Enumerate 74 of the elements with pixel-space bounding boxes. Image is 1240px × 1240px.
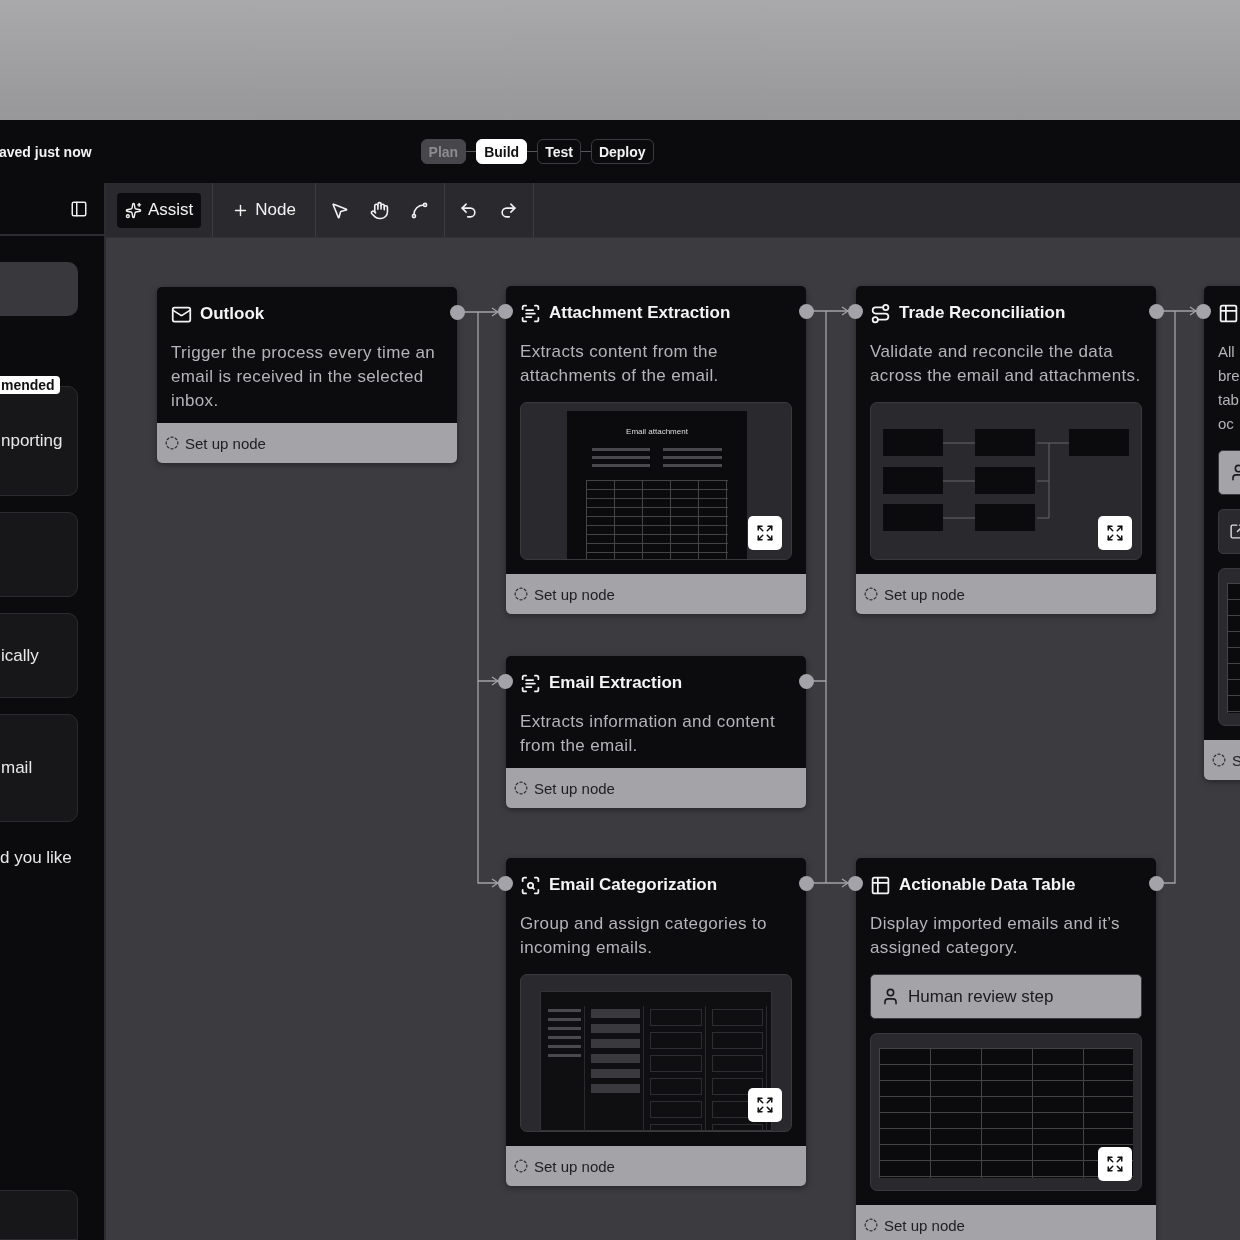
node-footer[interactable]: Set up node — [856, 1205, 1156, 1240]
suggestion-card[interactable]: mail — [0, 714, 78, 822]
setup-label: Set up node — [534, 585, 615, 603]
node-title: Attachment Extraction — [549, 303, 731, 323]
status-icon — [514, 587, 528, 601]
expand-button[interactable] — [1098, 1147, 1132, 1181]
expand-button[interactable] — [748, 516, 782, 550]
node-title: Email Extraction — [549, 673, 683, 693]
node-icon — [870, 302, 891, 324]
status-icon — [165, 436, 179, 450]
expand-button[interactable] — [1098, 516, 1132, 550]
node-footer[interactable]: Set up node — [506, 768, 806, 808]
card-text: ically — [1, 645, 39, 666]
node-footer[interactable]: Set up node — [856, 574, 1156, 614]
status-icon — [864, 587, 878, 601]
expand-icon — [756, 1096, 774, 1114]
node-description: bre — [1218, 366, 1240, 386]
stage-tab[interactable]: Build — [476, 139, 528, 164]
node-footer[interactable]: Set up node — [157, 423, 457, 463]
node-description: Display imported emails and it’s assigned category. — [870, 913, 1121, 959]
expand-icon — [1106, 524, 1124, 542]
node-description: Trigger the process every time an email is received in the selected inbox. — [171, 342, 437, 412]
node-footer[interactable]: Set up node — [506, 1146, 806, 1186]
status-icon — [514, 781, 528, 795]
setup-label: Set up node — [534, 779, 615, 797]
workflow-node[interactable]: Email Extraction Extracts information and content from the email. Set up node — [506, 656, 806, 808]
setup-label: Set up node — [884, 585, 965, 603]
human-review-button[interactable]: Human review step — [870, 974, 1142, 1019]
node-icon — [1218, 302, 1239, 324]
sparkles-icon — [125, 201, 142, 219]
node-icon — [520, 874, 541, 896]
node-icon — [520, 672, 541, 694]
assist-button[interactable]: Assist — [117, 192, 202, 228]
prompt-text: d you like — [0, 848, 73, 868]
stage-tab[interactable]: Deploy — [590, 139, 654, 164]
node-description: Extracts content from the attachments of the email. — [520, 341, 720, 387]
card-text: nporting — [1, 431, 63, 451]
node-title: Actionable Data Table — [899, 875, 1076, 895]
expand-button[interactable] — [748, 1088, 782, 1122]
document-title: Email attachment — [626, 427, 688, 436]
node-description: Group and assign categories to incoming emails. — [520, 913, 768, 959]
expand-icon — [1106, 1155, 1124, 1173]
node-title: Outlook — [200, 304, 265, 324]
panel-toggle-icon[interactable] — [70, 199, 88, 218]
node-description: All — [1218, 342, 1236, 362]
setup-label: Set up node — [534, 1157, 615, 1175]
add-node-button[interactable]: Node — [224, 192, 304, 228]
node-description: Extracts information and content from the email. — [520, 711, 776, 757]
workflow-node[interactable]: Email Categorization Group and assign categories to incoming emails. Set up node — [506, 858, 806, 1186]
status-icon — [1212, 753, 1226, 767]
suggestion-card[interactable]: ically — [0, 613, 78, 698]
node-footer[interactable]: Set up node — [506, 574, 806, 614]
node-icon — [870, 874, 891, 896]
node-icon — [520, 302, 541, 324]
node-description: Validate and reconcile the data across the email and attachments. — [870, 341, 1142, 387]
node-title: Trade Reconciliation — [899, 303, 1066, 323]
workflow-node[interactable]: Attachment Extraction Extracts content from the attachments of the email. Email attachment Set up node — [506, 286, 806, 614]
status-icon — [864, 1218, 878, 1232]
setup-label: Set up node — [185, 434, 266, 452]
node-description: tab — [1218, 390, 1240, 410]
setup-label: Set up node — [884, 1216, 965, 1234]
recommended-badge: mended — [0, 376, 60, 394]
card-text: mail — [1, 758, 33, 778]
status-icon — [514, 1159, 528, 1173]
expand-icon — [756, 524, 774, 542]
node-title: Email Categorization — [549, 875, 718, 895]
workflow-node[interactable]: Actionable Data Table Display imported emails and it’s assigned category. Human review step Set up node — [856, 858, 1156, 1240]
node-description: oc — [1218, 414, 1235, 434]
stage-tab[interactable]: Test — [537, 139, 581, 164]
workflow-node[interactable]: Trade Reconciliation Validate and reconcile the data across the email and attachments. Set up node — [856, 286, 1156, 614]
person-icon — [881, 987, 900, 1006]
input-field[interactable] — [0, 262, 78, 316]
save-status: aved just now — [0, 143, 92, 160]
workflow-node[interactable]: Outlook Trigger the process every time an email is received in the selected inbox. Set up node — [157, 287, 457, 463]
